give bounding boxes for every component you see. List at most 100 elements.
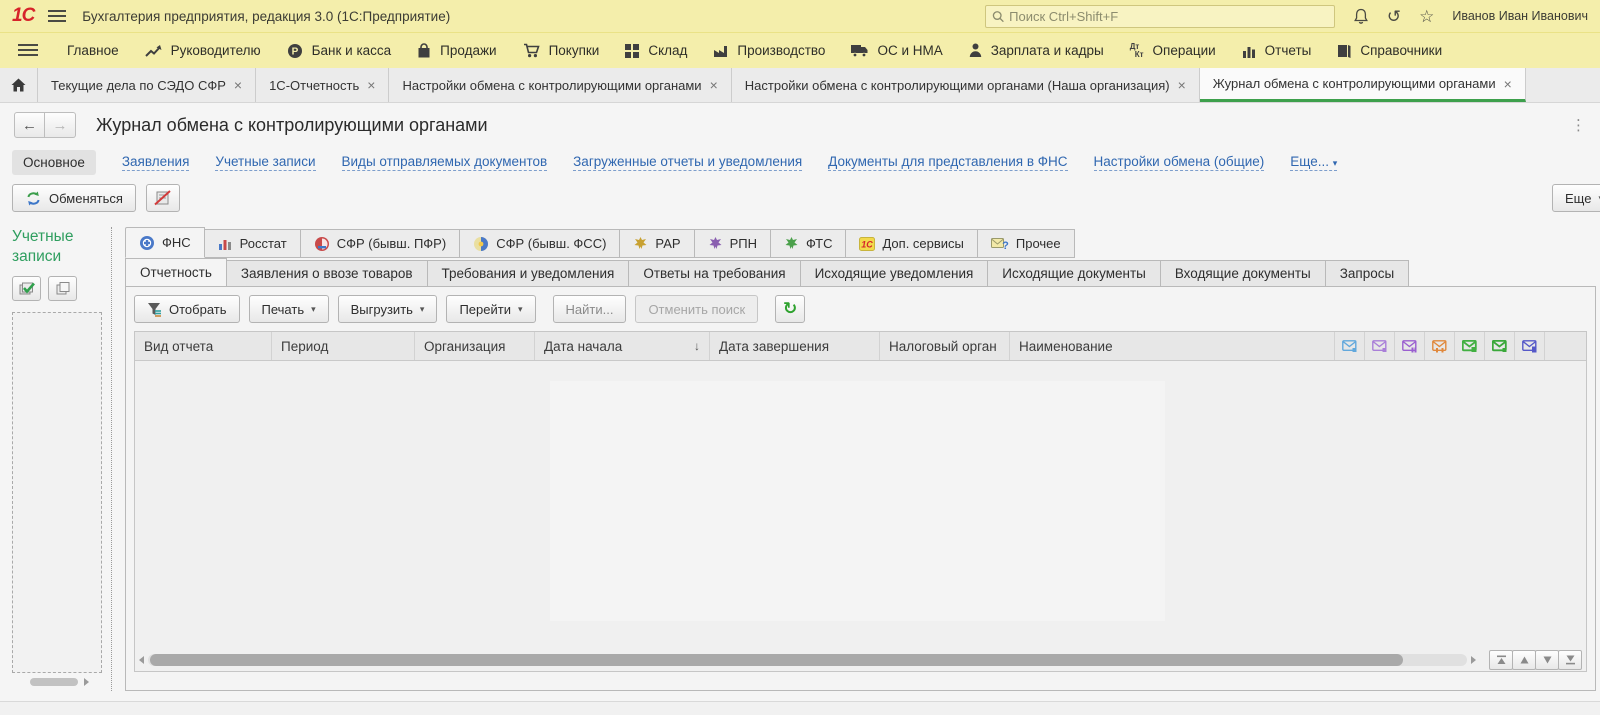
history-icon[interactable]: ↺ [1387,8,1401,25]
find-button[interactable]: Найти... [552,295,627,323]
section-zarplata-i-kadry[interactable]: Зарплата и кадры [956,33,1117,68]
go-previous-button[interactable] [1512,650,1536,670]
main-menu-icon[interactable] [48,10,67,22]
column-header-status-6[interactable] [1485,332,1515,360]
sfr-fss-emblem-icon [474,236,489,251]
agency-tab-rar[interactable]: РАР [620,229,695,258]
scrollbar-thumb[interactable] [30,678,78,686]
close-icon[interactable]: × [1504,76,1512,92]
favorites-star-icon[interactable]: ☆ [1419,8,1434,25]
reports-table: Вид отчета Период Организация Дата начал… [134,331,1587,672]
column-header-status-5[interactable] [1455,332,1485,360]
tab-1c-otchetnost[interactable]: 1С-Отчетность × [256,68,390,102]
section-pokupki[interactable]: Покупки [510,33,613,68]
close-period-button[interactable] [145,184,180,212]
doc-tab-zayavleniya-vvoz[interactable]: Заявления о ввозе товаров [226,260,428,287]
refresh-button[interactable]: ↻ [775,295,806,323]
agency-tab-prochee[interactable]: ? Прочее [977,229,1075,258]
print-button[interactable]: Печать ▾ [248,295,329,323]
section-otchety[interactable]: Отчеты [1229,33,1325,68]
section-spravochniki[interactable]: Справочники [1324,33,1455,68]
section-os-i-nma[interactable]: ОС и НМА [838,33,955,68]
doc-tab-otvety[interactable]: Ответы на требования [629,260,801,287]
navlink-more[interactable]: Еще... ▾ [1290,154,1338,171]
global-search[interactable] [984,4,1335,28]
agency-tab-rosstat[interactable]: Росстат [204,229,301,258]
navlink-vidy-dokumentov[interactable]: Виды отправляемых документов [341,154,548,171]
agency-tab-sfr-fss[interactable]: СФР (бывш. ФСС) [460,229,621,258]
goto-button[interactable]: Перейти ▾ [446,295,536,323]
home-tab[interactable] [0,68,38,102]
column-header-naimenovanie[interactable]: Наименование [1010,332,1335,360]
column-header-organizaciya[interactable]: Организация [415,332,535,360]
go-next-button[interactable] [1535,650,1559,670]
agency-tab-fts[interactable]: ФТС [770,229,847,258]
section-rukovoditelyu[interactable]: Руководителю [132,33,274,68]
section-prodazhi[interactable]: Продажи [404,33,509,68]
tab-nastroyki-obmena-org[interactable]: Настройки обмена с контролирующими орган… [732,68,1200,102]
agency-tab-sfr-pfr[interactable]: СФР (бывш. ПФР) [300,229,461,258]
current-user[interactable]: Иванов Иван Иванович [1452,9,1588,23]
column-header-data-zaversheniya[interactable]: Дата завершения [710,332,880,360]
select-account-button[interactable] [12,276,41,301]
column-header-status-3[interactable] [1395,332,1425,360]
back-button[interactable]: ← [14,112,45,138]
navlink-uchetnye-zapisi[interactable]: Учетные записи [215,154,316,171]
navlink-dokumenty-fns[interactable]: Документы для представления в ФНС [828,154,1068,171]
column-header-status-1[interactable] [1335,332,1365,360]
accounts-list[interactable] [12,312,102,673]
column-header-data-nachala[interactable]: Дата начала ↓ [535,332,710,360]
column-header-nalogovyy-organ[interactable]: Налоговый орган [880,332,1010,360]
scroll-right-icon[interactable] [1471,656,1476,664]
go-last-button[interactable] [1558,650,1582,670]
go-first-button[interactable] [1489,650,1513,670]
notifications-bell-icon[interactable] [1353,8,1369,25]
copy-account-button[interactable] [48,276,77,301]
tab-zhurnal-obmena[interactable]: Журнал обмена с контролирующими органами… [1199,68,1526,102]
agency-tab-dop-servisy[interactable]: 1С Доп. сервисы [846,229,978,258]
section-sklad[interactable]: Склад [612,33,700,68]
column-header-period[interactable]: Период [272,332,415,360]
navlink-zayavleniya[interactable]: Заявления [121,154,190,171]
search-input[interactable] [1009,8,1328,24]
navlink-zagruzhennye-otchety[interactable]: Загруженные отчеты и уведомления [573,154,803,171]
scrollbar-track[interactable] [148,654,1467,666]
scroll-right-icon[interactable] [84,678,89,686]
agency-tab-fns[interactable]: ФНС [125,227,205,258]
column-header-vid-otcheta[interactable]: Вид отчета [135,332,272,360]
section-bank-i-kassa[interactable]: Р Банк и касса [274,33,405,68]
sections-menu-icon[interactable] [18,44,38,57]
section-operacii[interactable]: Дт Кт Операции [1117,33,1229,68]
more-actions-button[interactable]: Еще ▾ [1552,184,1600,212]
cancel-search-button[interactable]: Отменить поиск [635,295,759,323]
column-header-status-2[interactable] [1365,332,1395,360]
column-header-status-4[interactable] [1425,332,1455,360]
table-body-empty[interactable] [135,361,1586,649]
filter-button[interactable]: Отобрать [134,295,240,323]
tab-sedo-sfr[interactable]: Текущие дела по СЭДО СФР × [38,68,257,102]
doc-tab-vkhodyashchie-dokumenty[interactable]: Входящие документы [1160,260,1326,287]
doc-tab-zaprosy[interactable]: Запросы [1325,260,1410,287]
close-icon[interactable]: × [1178,77,1186,93]
section-glavnoe[interactable]: Главное [54,33,132,68]
close-icon[interactable]: × [367,77,375,93]
tab-nastroyki-obmena[interactable]: Настройки обмена с контролирующими орган… [389,68,732,102]
kebab-menu-icon[interactable]: ⋮ [1571,116,1586,134]
exchange-button[interactable]: Обменяться [12,184,136,212]
export-button[interactable]: Выгрузить ▾ [337,295,438,323]
doc-tab-iskhodyashchie-dokumenty[interactable]: Исходящие документы [988,260,1161,287]
forward-button[interactable]: → [45,112,76,138]
close-icon[interactable]: × [234,77,242,93]
column-header-status-7[interactable] [1515,332,1545,360]
section-proizvodstvo[interactable]: Производство [700,33,838,68]
navlink-nastroyki-obshchie[interactable]: Настройки обмена (общие) [1093,154,1265,171]
workspace: Учетные записи ФНС Росстат СФР (бывш. ПФ… [0,219,1600,701]
navlink-osnovnoe[interactable]: Основное [12,149,96,175]
doc-tab-otchetnost[interactable]: Отчетность [125,258,227,287]
scrollbar-thumb[interactable] [150,654,1404,666]
close-icon[interactable]: × [710,77,718,93]
doc-tab-trebovaniya[interactable]: Требования и уведомления [427,260,630,287]
agency-tab-rpn[interactable]: РПН [694,229,771,258]
doc-tab-iskhodyashchie-uvedomleniya[interactable]: Исходящие уведомления [800,260,989,287]
scroll-left-icon[interactable] [139,656,144,664]
